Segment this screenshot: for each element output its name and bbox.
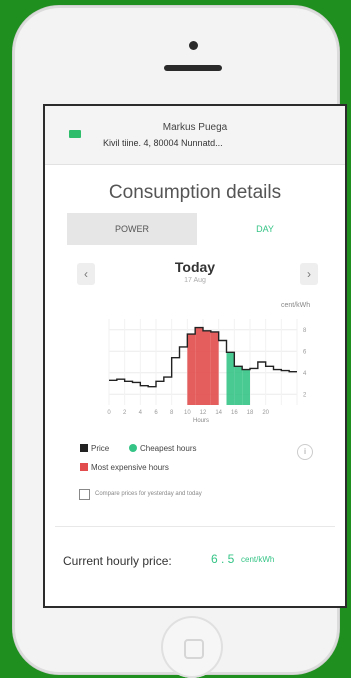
legend-cheapest-label: Cheapest hours (140, 444, 197, 453)
page-title: Consumption details (108, 182, 282, 203)
cheapest-hours-bar (234, 366, 243, 405)
current-price-value: 6 . 5 (211, 552, 235, 566)
current-price-label: Current hourly price: (63, 554, 172, 568)
x-tick-label: 14 (215, 410, 222, 416)
current-price-unit: cent/kWh (241, 555, 275, 564)
expensive-hours-bar (195, 327, 203, 405)
y-tick-label: 4 (303, 371, 307, 377)
legend-cheapest-swatch (129, 444, 137, 452)
expensive-hours-bar (187, 334, 196, 405)
y-tick-label: 2 (303, 392, 307, 398)
compare-checkbox[interactable] (79, 489, 90, 500)
phone-frame: Markus Puega Kivil tiine. 4, 80004 Nunna… (13, 6, 345, 678)
price-chart: 0 2 4 6 8 10 12 14 16 18 20 2 4 6 8 (107, 319, 307, 416)
x-axis-label: Hours (193, 418, 210, 424)
camera (189, 41, 198, 50)
x-tick-label: 12 (200, 410, 207, 416)
expensive-hours-bar (210, 331, 219, 405)
legend-expensive-label: Most expensive hours (91, 463, 169, 472)
legend-cheapest: Cheapest hours (129, 444, 196, 453)
home-square-icon (184, 639, 204, 659)
chevron-right-icon[interactable]: › (300, 263, 318, 285)
x-tick-label: 0 (107, 410, 111, 416)
legend-expensive: Most expensive hours (80, 463, 169, 472)
x-tick-label: 20 (262, 410, 269, 416)
account-name: Markus Puega (162, 122, 228, 133)
x-tick-label: 4 (139, 410, 143, 416)
app-screen: Markus Puega Kivil tiine. 4, 80004 Nunna… (45, 106, 345, 606)
expensive-hours-bar (203, 330, 211, 405)
info-icon[interactable]: i (297, 444, 313, 460)
tab-power[interactable]: POWER (67, 213, 197, 245)
legend-expensive-swatch (80, 463, 88, 471)
speaker (164, 65, 222, 71)
x-tick-label: 18 (247, 410, 254, 416)
home-button[interactable] (161, 616, 223, 678)
legend-price-label: Price (91, 444, 110, 453)
cheapest-hours-bar (226, 352, 235, 405)
tab-day[interactable]: DAY (197, 213, 333, 245)
x-tick-label: 6 (154, 410, 158, 416)
chart-unit-label: cent/kWh (281, 302, 311, 309)
compare-label: Compare prices for yesterday and today (95, 491, 202, 497)
x-tick-label: 16 (231, 410, 238, 416)
legend-price: Price (80, 444, 109, 453)
y-tick-label: 6 (303, 349, 307, 355)
x-tick-label: 2 (123, 410, 127, 416)
x-tick-label: 10 (184, 410, 191, 416)
app-header: Markus Puega Kivil tiine. 4, 80004 Nunna… (45, 106, 345, 165)
legend-price-swatch (80, 444, 88, 452)
account-address: Kivil tiine. 4, 80004 Nunnatd... (103, 138, 223, 148)
divider (55, 526, 335, 527)
x-tick-label: 8 (170, 410, 174, 416)
cheapest-hours-bar (242, 369, 250, 405)
y-tick-label: 8 (303, 328, 307, 334)
